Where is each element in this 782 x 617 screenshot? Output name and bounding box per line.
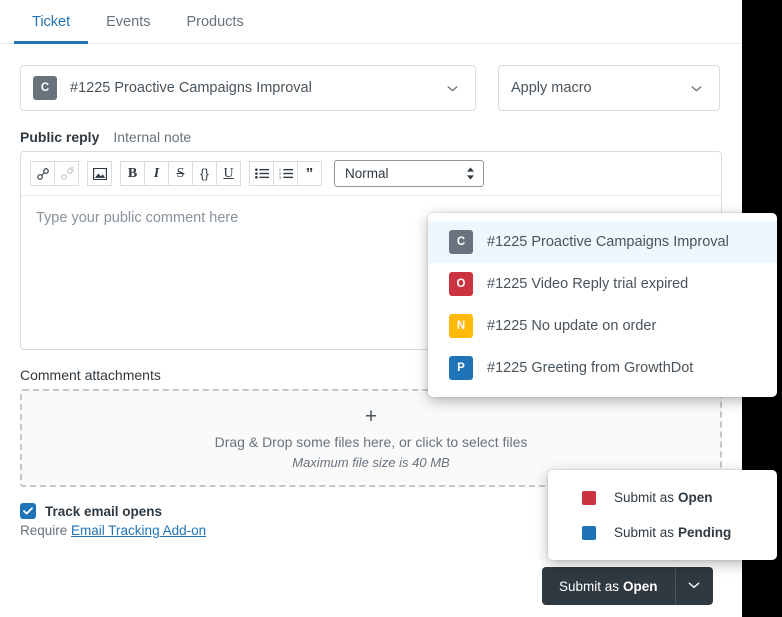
tab-events-label: Events — [106, 13, 151, 30]
ticket-menu-item-badge: O — [449, 272, 473, 296]
submit-button-status: Open — [623, 578, 658, 594]
image-icon[interactable] — [87, 161, 112, 186]
code-label: {} — [200, 166, 209, 181]
chevron-down-icon — [687, 578, 701, 595]
tab-events[interactable]: Events — [88, 0, 168, 43]
ticket-badge: C — [33, 76, 57, 100]
track-email-checkbox[interactable] — [20, 503, 36, 519]
image-button-group — [87, 161, 112, 186]
submit-menu-item-open[interactable]: Submit as Open — [548, 480, 777, 515]
text-format-value: Normal — [345, 166, 389, 181]
selectors-row: C #1225 Proactive Campaigns Improval App… — [0, 44, 742, 111]
text-format-button-group: B I S {} U — [120, 161, 241, 186]
ticket-menu-item[interactable]: P #1225 Greeting from GrowthDot — [428, 347, 777, 389]
submit-dropdown-toggle[interactable] — [674, 567, 713, 605]
submit-button-prefix: Submit as — [559, 578, 620, 594]
tab-products-label: Products — [186, 13, 244, 30]
email-tracking-addon-link[interactable]: Email Tracking Add-on — [71, 523, 206, 538]
ticket-menu-item-label: #1225 Greeting from GrowthDot — [487, 360, 694, 376]
ticket-menu-item[interactable]: C #1225 Proactive Campaigns Improval — [428, 221, 777, 263]
quote-label: ” — [305, 165, 314, 182]
tab-ticket[interactable]: Ticket — [14, 0, 89, 44]
list-button-group: 1 2 3 ” — [249, 161, 322, 186]
bold-label: B — [127, 165, 138, 181]
submit-menu-pending-prefix: Submit as — [614, 525, 675, 540]
tab-internal-note[interactable]: Internal note — [113, 129, 191, 145]
ticket-menu-item[interactable]: N #1225 No update on order — [428, 305, 777, 347]
tab-bar: Ticket Events Products — [0, 0, 742, 44]
apply-macro-label: Apply macro — [511, 80, 592, 96]
submit-button[interactable]: Submit as Open — [542, 567, 675, 605]
ticket-select-label: #1225 Proactive Campaigns Improval — [70, 80, 312, 96]
tab-public-reply[interactable]: Public reply — [20, 129, 99, 145]
numbered-list-icon[interactable]: 1 2 3 — [273, 161, 298, 186]
blockquote-button[interactable]: ” — [297, 161, 322, 186]
submit-menu-item-pending[interactable]: Submit as Pending — [548, 515, 777, 550]
chevron-down-icon — [446, 82, 459, 95]
italic-button[interactable]: I — [144, 161, 169, 186]
ticket-menu-item-badge: N — [449, 314, 473, 338]
strikethrough-button[interactable]: S — [168, 161, 193, 186]
comment-placeholder: Type your public comment here — [36, 210, 239, 226]
ticket-menu-item-label: #1225 Video Reply trial expired — [487, 276, 689, 292]
text-format-select[interactable]: Normal — [334, 160, 484, 187]
link-icon[interactable] — [30, 161, 55, 186]
unlink-icon[interactable] — [54, 161, 79, 186]
dropzone-instructions: Drag & Drop some files here, or click to… — [214, 434, 528, 450]
sort-arrows-icon — [466, 167, 475, 180]
submit-button-group: Submit as Open — [542, 567, 713, 605]
reply-type-tabs: Public reply Internal note — [0, 111, 742, 151]
code-button[interactable]: {} — [192, 161, 217, 186]
chevron-down-icon — [690, 82, 703, 95]
bold-button[interactable]: B — [120, 161, 145, 186]
ticket-select[interactable]: C #1225 Proactive Campaigns Improval — [20, 65, 476, 111]
require-prefix: Require — [20, 523, 68, 538]
italic-label: I — [153, 165, 160, 181]
ticket-menu-item[interactable]: O #1225 Video Reply trial expired — [428, 263, 777, 305]
tab-products[interactable]: Products — [168, 0, 261, 43]
strikethrough-label: S — [176, 165, 185, 181]
svg-text:3: 3 — [279, 176, 281, 179]
status-color-open — [582, 490, 596, 505]
dropzone-max-size: Maximum file size is 40 MB — [292, 455, 450, 470]
submit-status-menu: Submit as Open Submit as Pending — [548, 470, 777, 560]
link-button-group — [30, 161, 79, 186]
submit-menu-open-prefix: Submit as — [614, 490, 675, 505]
underline-label: U — [223, 165, 234, 181]
status-color-pending — [582, 525, 596, 540]
ticket-menu-item-label: #1225 Proactive Campaigns Improval — [487, 234, 729, 250]
apply-macro-select[interactable]: Apply macro — [498, 65, 720, 111]
editor-toolbar: B I S {} U 1 2 3 ” Normal — [21, 152, 721, 196]
plus-icon: + — [364, 405, 378, 428]
ticket-menu-item-label: #1225 No update on order — [487, 318, 657, 334]
submit-menu-open-status: Open — [678, 490, 713, 505]
tab-ticket-label: Ticket — [32, 13, 71, 30]
bullet-list-icon[interactable] — [249, 161, 274, 186]
ticket-menu-item-badge: C — [449, 230, 473, 254]
track-email-label: Track email opens — [45, 503, 163, 519]
ticket-menu-item-badge: P — [449, 356, 473, 380]
underline-button[interactable]: U — [216, 161, 241, 186]
ticket-dropdown-menu: C #1225 Proactive Campaigns Improval O #… — [428, 213, 777, 397]
submit-menu-pending-status: Pending — [678, 525, 732, 540]
